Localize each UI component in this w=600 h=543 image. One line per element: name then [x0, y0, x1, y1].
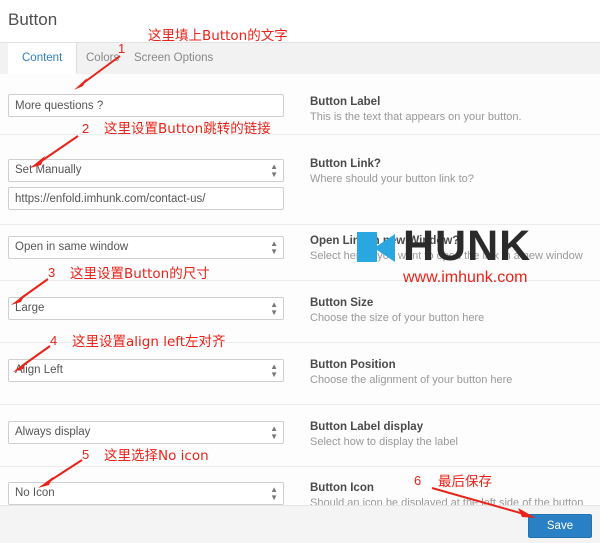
button-position-value: Align Left — [15, 364, 63, 376]
page-title: Button — [8, 10, 58, 29]
row-divider — [0, 404, 600, 405]
button-label-display-desc-sub: Select how to display the label — [310, 436, 458, 448]
button-settings-page: Button Content Colors Screen Options But… — [0, 0, 600, 543]
button-position-desc: Button Position Choose the alignment of … — [310, 359, 590, 387]
chevron-updown-icon: ▲ ▼ — [270, 362, 278, 379]
button-link-mode-value: Set Manually — [15, 164, 82, 176]
button-size-desc-title: Button Size — [310, 297, 374, 309]
row-divider — [0, 466, 600, 467]
annotation-2-text: 这里设置Button跳转的链接 — [104, 121, 271, 137]
button-position-select[interactable]: Align Left ▲ ▼ — [8, 359, 284, 382]
chevron-updown-icon: ▲ ▼ — [270, 162, 278, 179]
settings-content: Button Label This is the text that appea… — [0, 74, 600, 543]
button-label-display-value: Always display — [15, 426, 91, 438]
button-label-display-desc: Button Label display Select how to displ… — [310, 421, 590, 449]
button-link-desc: Button Link? Where should your button li… — [310, 158, 590, 186]
button-size-select[interactable]: Large ▲ ▼ — [8, 297, 284, 320]
save-button[interactable]: Save — [528, 514, 592, 538]
open-link-window-desc: Open Link in new Window? Select here if … — [310, 235, 590, 263]
button-link-url-input[interactable] — [8, 187, 284, 210]
button-icon-value: No Icon — [15, 487, 55, 499]
button-label-input[interactable] — [8, 94, 284, 117]
chevron-updown-icon: ▲ ▼ — [270, 485, 278, 502]
button-label-display-select[interactable]: Always display ▲ ▼ — [8, 421, 284, 444]
title-bar: Button — [0, 0, 600, 43]
button-link-mode-select[interactable]: Set Manually ▲ ▼ — [8, 159, 284, 182]
button-size-desc: Button Size Choose the size of your butt… — [310, 297, 590, 325]
open-link-window-select[interactable]: Open in same window ▲ ▼ — [8, 236, 284, 259]
button-link-desc-title: Button Link? — [310, 158, 381, 170]
button-link-desc-sub: Where should your button link to? — [310, 173, 474, 185]
annotation-3-text: 这里设置Button的尺寸 — [70, 266, 210, 282]
chevron-updown-icon: ▲ ▼ — [270, 424, 278, 441]
row-divider — [0, 224, 600, 225]
annotation-6-number: 6 — [414, 473, 422, 488]
annotation-5-text: 这里选择No icon — [104, 448, 209, 464]
row-divider — [0, 134, 600, 135]
open-link-window-value: Open in same window — [15, 241, 129, 253]
button-position-desc-sub: Choose the alignment of your button here — [310, 374, 513, 386]
annotation-3-number: 3 — [48, 265, 56, 280]
open-link-window-desc-sub: Select here if you want to open the link… — [310, 250, 583, 262]
annotation-6-text: 最后保存 — [438, 474, 492, 490]
annotation-4-text: 这里设置align left左对齐 — [72, 334, 226, 350]
button-icon-select[interactable]: No Icon ▲ ▼ — [8, 482, 284, 505]
button-label-desc-title: Button Label — [310, 96, 381, 108]
button-label-display-desc-title: Button Label display — [310, 421, 424, 433]
tab-content[interactable]: Content — [8, 43, 78, 74]
open-link-window-desc-title: Open Link in new Window? — [310, 235, 460, 247]
annotation-2-number: 2 — [82, 121, 90, 136]
footer-bar — [0, 505, 600, 543]
annotation-4-number: 4 — [50, 333, 58, 348]
button-label-desc: Button Label This is the text that appea… — [310, 96, 590, 124]
button-position-desc-title: Button Position — [310, 359, 396, 371]
tab-screen-options[interactable]: Screen Options — [120, 43, 227, 74]
button-size-desc-sub: Choose the size of your button here — [310, 312, 485, 324]
chevron-updown-icon: ▲ ▼ — [270, 239, 278, 256]
button-label-desc-sub: This is the text that appears on your bu… — [310, 111, 522, 123]
tab-strip: Content Colors Screen Options — [0, 43, 600, 75]
annotation-5-number: 5 — [82, 447, 90, 462]
annotation-1-text: 这里填上Button的文字 — [148, 28, 288, 44]
button-size-value: Large — [15, 302, 45, 314]
chevron-updown-icon: ▲ ▼ — [270, 300, 278, 317]
annotation-1-number: 1 — [118, 41, 126, 56]
